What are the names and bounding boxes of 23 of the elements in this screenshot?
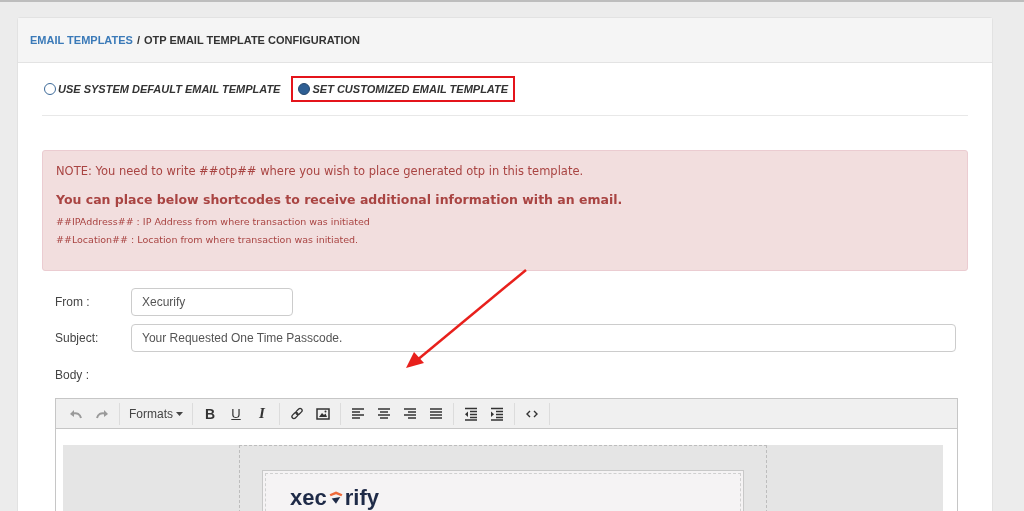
breadcrumb-link[interactable]: EMAIL TEMPLATES bbox=[30, 34, 133, 46]
alert-heading: You can place below shortcodes to receive additional information with an email. bbox=[56, 192, 624, 207]
radio-button[interactable] bbox=[44, 83, 56, 95]
alert-note: NOTE: You need to write ##otp## where you wish to place generated otp in this template. bbox=[56, 164, 585, 178]
field-label: Subject: bbox=[55, 331, 100, 345]
formats-dropdown[interactable]: Formats bbox=[124, 402, 188, 425]
field-label: Body : bbox=[54, 367, 91, 384]
breadcrumb-separator: / bbox=[136, 34, 140, 46]
input-field[interactable]: Your Requested One Time Passcode. bbox=[131, 324, 956, 352]
radio-label[interactable]: SET CUSTOMIZED EMAIL TEMPLATE bbox=[312, 83, 509, 95]
radio-label[interactable]: USE SYSTEM DEFAULT EMAIL TEMPLATE bbox=[58, 83, 281, 95]
caret-icon bbox=[176, 411, 183, 416]
italic-button[interactable]: I bbox=[249, 402, 275, 425]
shortcode-description: ##IPAddress## : IP Address from where transaction was initiated bbox=[56, 215, 371, 229]
underline-button[interactable]: U bbox=[223, 402, 249, 425]
radio-button[interactable] bbox=[298, 83, 311, 95]
input-field[interactable]: Xecurify bbox=[131, 288, 293, 316]
shield-icon bbox=[327, 490, 344, 506]
shortcode-description: ##Location## : Location from where transaction was initiated. bbox=[56, 233, 360, 247]
bold-button[interactable]: B bbox=[197, 402, 223, 425]
breadcrumb-current: OTP EMAIL TEMPLATE CONFIGURATION bbox=[143, 34, 361, 46]
field-label: From : bbox=[55, 295, 91, 309]
logo-text: xec bbox=[290, 489, 327, 507]
